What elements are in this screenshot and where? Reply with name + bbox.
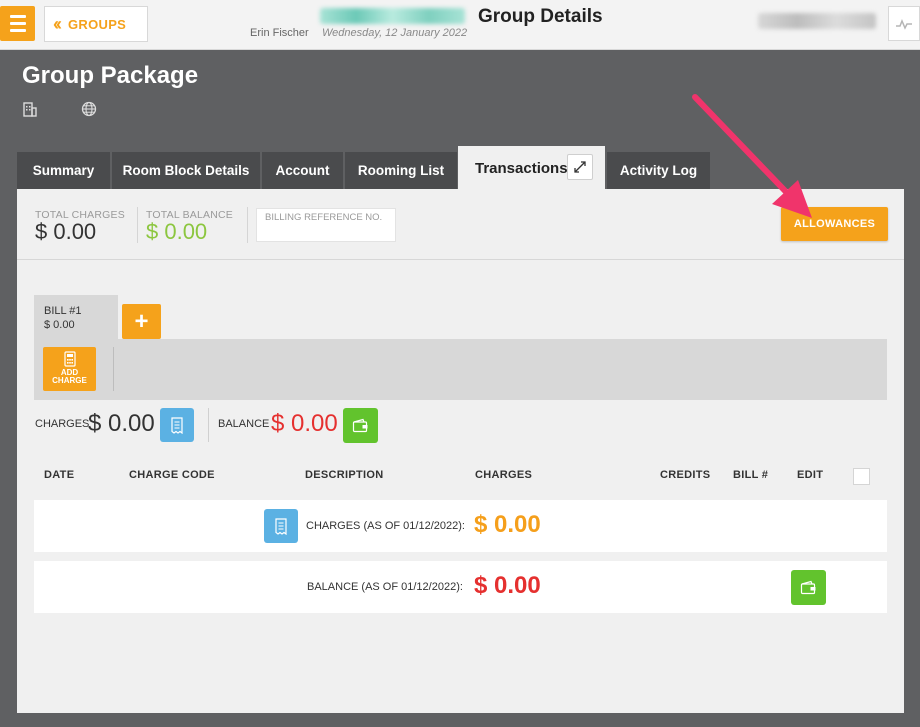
- add-charge-label-2: CHARGE: [52, 376, 87, 385]
- allowances-button[interactable]: ALLOWANCES: [781, 207, 888, 241]
- billing-reference-field[interactable]: BILLING REFERENCE NO.: [256, 208, 396, 242]
- charges-row-receipt-button[interactable]: [264, 509, 298, 543]
- charges-value: $ 0.00: [88, 410, 155, 437]
- summary-divider: [247, 207, 248, 243]
- wallet-icon: [352, 418, 368, 433]
- globe-icon[interactable]: [81, 101, 97, 122]
- account-redacted[interactable]: [758, 13, 876, 29]
- total-charges-value: $ 0.00: [35, 219, 97, 244]
- receipt-icon: [171, 416, 183, 434]
- hotel-name-redacted: [320, 8, 465, 24]
- balance-value: $ 0.00: [271, 410, 338, 437]
- bill-toolbar: ADD CHARGE: [34, 339, 887, 400]
- building-icon[interactable]: [22, 101, 38, 122]
- business-date: Wednesday, 12 January 2022: [322, 27, 468, 39]
- add-charge-button[interactable]: ADD CHARGE: [43, 347, 96, 391]
- page-title: Group Details: [478, 6, 603, 27]
- group-name-title: Group Package: [22, 62, 199, 89]
- user-name: Erin Fischer: [250, 27, 309, 39]
- wallet-icon: [800, 580, 816, 595]
- tab-account[interactable]: Account: [262, 152, 343, 189]
- calculator-icon: [63, 351, 76, 367]
- column-bill-number: BILL #: [733, 469, 769, 481]
- bill-name: BILL #1: [44, 305, 82, 317]
- column-charge-code: CHARGE CODE: [129, 469, 215, 481]
- tab-activity-log[interactable]: Activity Log: [607, 152, 710, 189]
- activity-button[interactable]: [888, 6, 920, 41]
- tab-room-block-details[interactable]: Room Block Details: [112, 152, 260, 189]
- add-bill-button[interactable]: +: [122, 304, 161, 339]
- charges-summary-row: CHARGES (AS OF 01/12/2022): $ 0.00: [34, 500, 887, 552]
- hamburger-icon[interactable]: [0, 6, 35, 41]
- bill-tab[interactable]: BILL #1 $ 0.00: [34, 295, 118, 339]
- balance-payment-button[interactable]: [343, 408, 378, 443]
- column-credits: CREDITS: [660, 469, 711, 481]
- top-bar: ‹‹ GROUPS Group Details Erin Fischer Wed…: [0, 0, 920, 50]
- tab-transactions[interactable]: Transactions: [458, 146, 605, 190]
- double-chevron-left-icon: ‹‹: [53, 13, 62, 34]
- summary-divider: [137, 207, 138, 243]
- balance-label: BALANCE: [218, 418, 270, 430]
- charges-row-value: $ 0.00: [474, 511, 541, 538]
- expand-button[interactable]: [567, 154, 593, 180]
- balance-row-payment-button[interactable]: [791, 570, 826, 605]
- column-edit: EDIT: [797, 469, 824, 481]
- charges-receipt-button[interactable]: [160, 408, 194, 442]
- expand-icon: [574, 161, 586, 173]
- bill-amount: $ 0.00: [44, 319, 75, 331]
- total-balance-value: $ 0.00: [146, 219, 208, 244]
- toolbar-divider: [113, 347, 114, 391]
- tab-summary[interactable]: Summary: [17, 152, 110, 189]
- groups-back-label: GROUPS: [68, 16, 127, 32]
- column-date: DATE: [44, 469, 75, 481]
- tab-transactions-label: Transactions: [475, 159, 568, 177]
- balance-row-value: $ 0.00: [474, 572, 541, 599]
- column-charges: CHARGES: [475, 469, 533, 481]
- charges-row-label: CHARGES (AS OF 01/12/2022):: [306, 520, 465, 532]
- pulse-icon: [896, 18, 912, 30]
- receipt-icon: [275, 517, 287, 535]
- tab-rooming-list[interactable]: Rooming List: [345, 152, 457, 189]
- totals-divider: [208, 408, 209, 442]
- balance-summary-row: BALANCE (AS OF 01/12/2022): $ 0.00: [34, 561, 887, 613]
- select-all-checkbox[interactable]: [853, 468, 870, 485]
- section-divider: [17, 259, 904, 260]
- charges-label: CHARGES: [35, 418, 90, 430]
- transactions-panel: TOTAL CHARGES $ 0.00 TOTAL BALANCE $ 0.0…: [17, 189, 904, 713]
- column-description: DESCRIPTION: [305, 469, 384, 481]
- balance-row-label: BALANCE (AS OF 01/12/2022):: [307, 581, 463, 593]
- groups-back-button[interactable]: ‹‹ GROUPS: [44, 6, 148, 42]
